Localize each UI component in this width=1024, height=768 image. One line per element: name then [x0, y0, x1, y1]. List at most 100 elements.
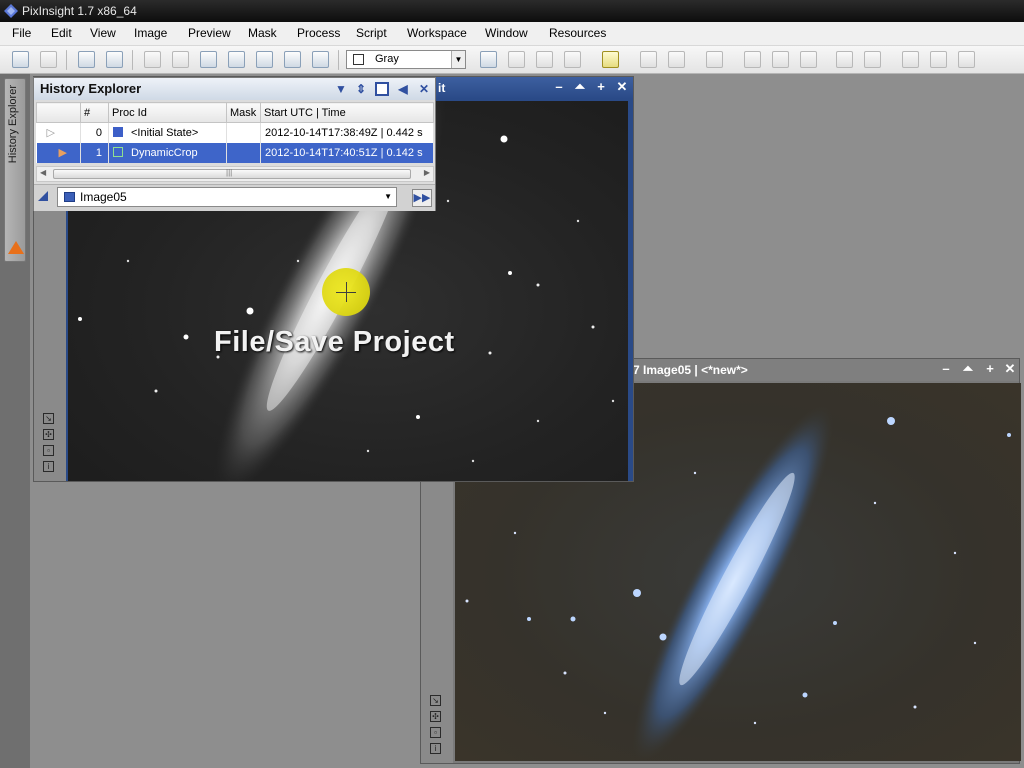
column-header-number[interactable]: #	[80, 102, 109, 123]
scroll-right-icon[interactable]: ▶	[424, 168, 430, 177]
stf-icon[interactable]	[228, 51, 245, 68]
menu-workspace[interactable]: Workspace	[407, 26, 467, 40]
dock-icon[interactable]: ⇕	[354, 82, 368, 96]
zoom-mode-icon[interactable]	[640, 51, 657, 68]
tile-icon[interactable]	[772, 51, 789, 68]
initial-state-icon	[113, 126, 123, 137]
menu-image[interactable]: Image	[134, 26, 167, 40]
row-time: 2012-10-14T17:38:49Z | 0.442 s	[260, 122, 434, 143]
column-header-proc-id[interactable]: Proc Id	[108, 102, 227, 123]
minimize-icon[interactable]: –	[939, 362, 953, 376]
expand-icon[interactable]: ✣	[43, 429, 54, 440]
script-editor-icon[interactable]	[902, 51, 919, 68]
chevron-down-icon[interactable]: ▼	[451, 51, 465, 68]
preview-mode-icon[interactable]	[172, 51, 189, 68]
menu-window[interactable]: Window	[485, 26, 528, 40]
mask-display-icon[interactable]	[256, 51, 273, 68]
restore-icon[interactable]: ▫	[43, 445, 54, 456]
channel-combo[interactable]: Gray ▼	[346, 50, 466, 69]
table-row[interactable]: ▷ 0 <Initial State> 2012-10-14T17:38:49Z…	[36, 122, 434, 143]
menu-view[interactable]: View	[90, 26, 116, 40]
cascade-icon[interactable]	[800, 51, 817, 68]
undo-icon[interactable]	[12, 51, 29, 68]
image-identifier-icon[interactable]	[78, 51, 95, 68]
history-explorer-title: History Explorer ▼ ⇕ ◀ ✕	[34, 78, 435, 100]
chevron-down-icon[interactable]: ▼	[384, 188, 392, 206]
shade-icon[interactable]: ⏶	[961, 362, 975, 376]
row-proc-name: DynamicCrop	[131, 146, 198, 159]
arrow-icon[interactable]: ↘	[430, 695, 441, 706]
zoom-1to1-icon[interactable]	[536, 51, 553, 68]
menu-process[interactable]: Process	[297, 26, 340, 40]
arrow-icon[interactable]: ↘	[43, 413, 54, 424]
minimize-icon[interactable]: –	[552, 80, 566, 94]
menu-script[interactable]: Script	[356, 26, 387, 40]
restore-icon[interactable]: ▫	[430, 727, 441, 738]
channel-combo-value: Gray	[375, 53, 399, 65]
image-icon	[64, 192, 75, 202]
toolbar-separator	[66, 50, 67, 70]
fast-forward-icon[interactable]: ▶▶	[412, 189, 432, 207]
close-icon[interactable]: ✕	[1003, 362, 1017, 376]
app-title-bar: PixInsight 1.7 x86_64	[0, 0, 1024, 22]
close-icon[interactable]: ✕	[615, 80, 629, 94]
row-mask	[226, 122, 261, 143]
readout-mode-icon[interactable]	[602, 51, 619, 68]
column-header-start-time[interactable]: Start UTC | Time	[260, 102, 434, 123]
info-icon[interactable]: i	[43, 461, 54, 472]
image-selector-combo[interactable]: Image05 ▼	[57, 187, 397, 207]
zoom-out-icon[interactable]	[508, 51, 525, 68]
table-row[interactable]: ▶ 1 DynamicCrop 2012-10-14T17:40:51Z | 0…	[36, 142, 434, 163]
current-state-arrow-icon: ▶	[36, 142, 81, 163]
row-proc-name: <Initial State>	[131, 126, 199, 139]
process-console-icon[interactable]	[836, 51, 853, 68]
image-selector-value: Image05	[80, 190, 127, 204]
scroll-grip: |||	[226, 168, 233, 177]
menu-mask[interactable]: Mask	[248, 26, 277, 40]
dropdown-triangle-icon[interactable]: ▼	[334, 82, 348, 96]
close-icon[interactable]: ✕	[417, 82, 431, 96]
arrange-icon[interactable]	[864, 51, 881, 68]
menu-file[interactable]: File	[12, 26, 31, 40]
shade-icon[interactable]: ⏶	[573, 80, 587, 94]
row-proc-id: <Initial State>	[108, 122, 227, 143]
toolbar-separator	[132, 50, 133, 70]
screen-transfer-icon[interactable]	[312, 51, 329, 68]
object-explorer-icon[interactable]	[958, 51, 975, 68]
info-icon[interactable]: i	[430, 743, 441, 754]
history-explorer-side-tab[interactable]: History Explorer	[4, 78, 26, 262]
column-header-mask[interactable]: Mask	[226, 102, 261, 123]
horizontal-scrollbar[interactable]: ◀ ||| ▶	[36, 166, 434, 182]
row-expand-icon[interactable]: ▷	[36, 122, 81, 143]
scroll-left-icon[interactable]: ◀	[40, 168, 46, 177]
toolbar-separator	[338, 50, 339, 70]
inverted-mask-icon[interactable]	[284, 51, 301, 68]
new-preview-icon[interactable]	[144, 51, 161, 68]
expand-icon[interactable]: ✣	[430, 711, 441, 722]
redo-icon[interactable]	[40, 51, 57, 68]
process-explorer-icon[interactable]	[930, 51, 947, 68]
menu-edit[interactable]: Edit	[51, 26, 72, 40]
maximize-icon[interactable]: +	[594, 80, 608, 94]
scrollbar-thumb[interactable]: |||	[53, 168, 411, 179]
row-number: 0	[80, 122, 109, 143]
maximize-icon[interactable]: +	[983, 362, 997, 376]
crosshair-cursor-icon	[346, 282, 347, 302]
hand-icon[interactable]	[706, 51, 723, 68]
column-header-blank	[36, 102, 81, 123]
menu-resources[interactable]: Resources	[549, 26, 606, 40]
row-time: 2012-10-14T17:40:51Z | 0.142 s	[260, 142, 434, 163]
view-selector-icon[interactable]	[38, 191, 48, 201]
menu-preview[interactable]: Preview	[188, 26, 231, 40]
collapse-icon[interactable]: ◀	[396, 82, 410, 96]
click-highlight	[322, 268, 370, 316]
duplicate-image-icon[interactable]	[106, 51, 123, 68]
pan-mode-icon[interactable]	[668, 51, 685, 68]
tutorial-overlay-caption: File/Save Project	[214, 326, 455, 358]
new-image-icon[interactable]	[200, 51, 217, 68]
dynamic-crop-icon	[113, 146, 123, 157]
explode-icon[interactable]	[744, 51, 761, 68]
fit-view-icon[interactable]	[564, 51, 581, 68]
float-icon[interactable]	[375, 82, 389, 96]
zoom-in-icon[interactable]	[480, 51, 497, 68]
